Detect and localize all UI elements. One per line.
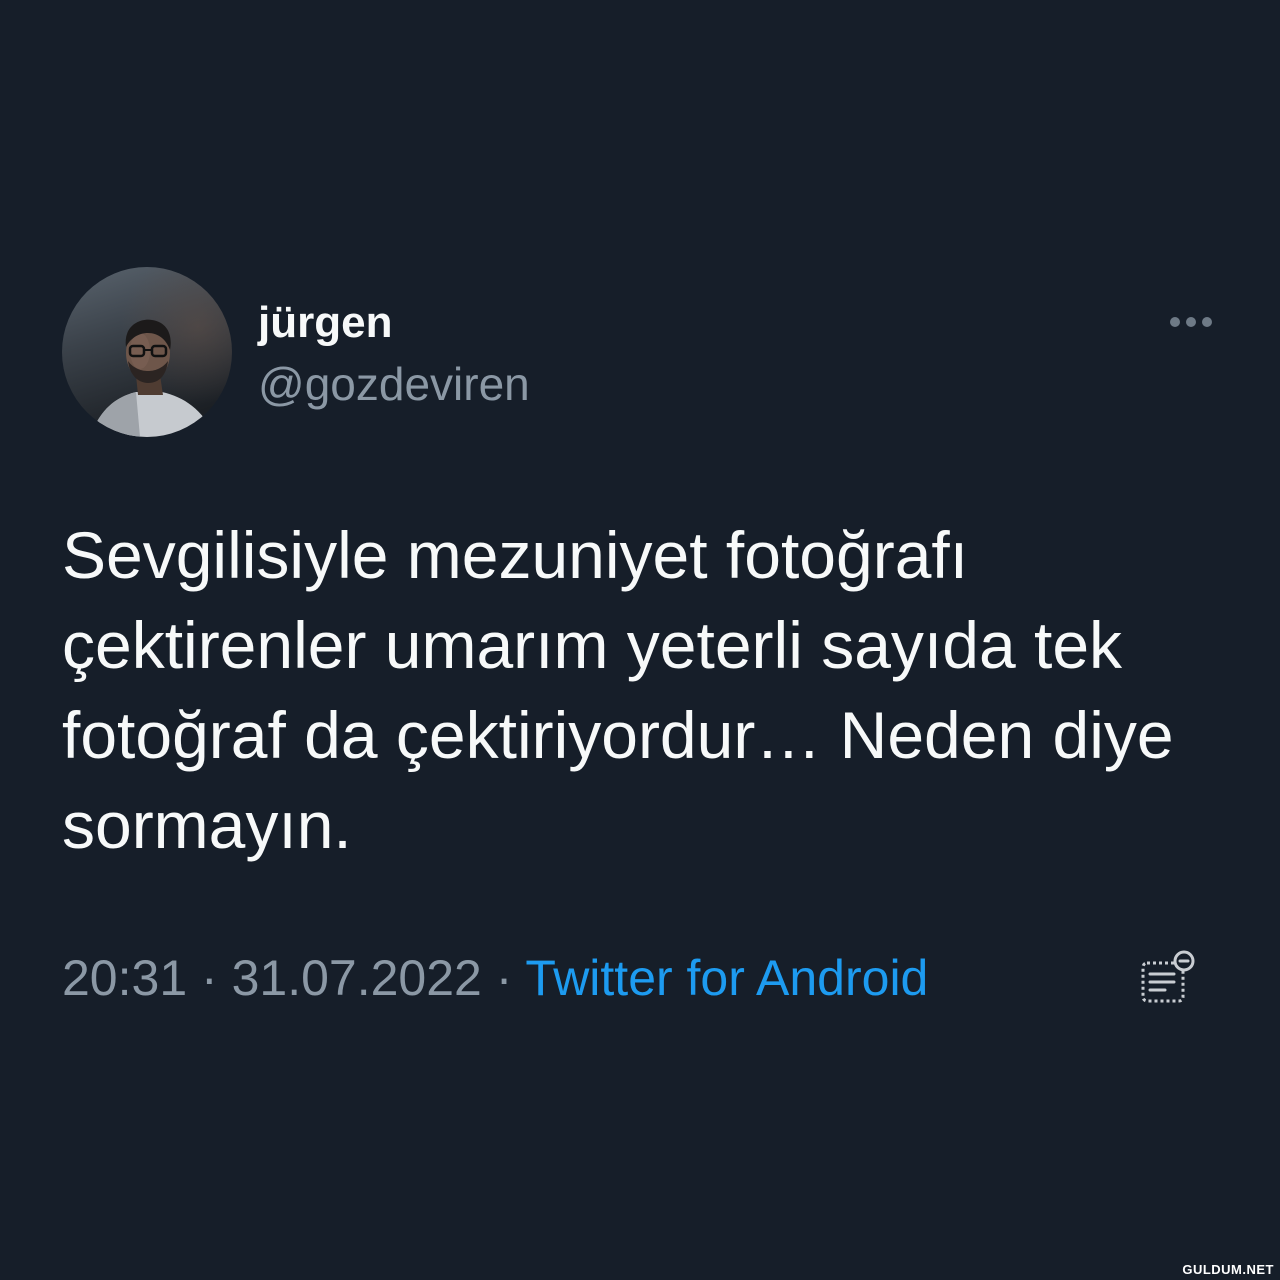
tweet-text: Sevgilisiyle mezuniyet fotoğrafı çektire… bbox=[62, 518, 1174, 862]
author-handle[interactable]: @gozdeviren bbox=[258, 361, 530, 407]
tweet-time[interactable]: 20:31 bbox=[62, 950, 187, 1006]
avatar[interactable] bbox=[62, 267, 232, 437]
more-horizontal-icon[interactable] bbox=[1166, 310, 1216, 334]
watermark: GULDUM.NET bbox=[1182, 1262, 1274, 1277]
tweet-source-link[interactable]: Twitter for Android bbox=[525, 950, 928, 1006]
author-name[interactable]: jürgen bbox=[258, 301, 392, 345]
view-tweet-analytics-icon[interactable] bbox=[1138, 948, 1198, 1006]
tweet-date[interactable]: 31.07.2022 bbox=[232, 950, 482, 1006]
tweet-card: jürgen @gozdeviren Sevgilisiyle mezuniye… bbox=[0, 0, 1280, 1280]
meta-separator: · bbox=[201, 950, 218, 1006]
avatar-photo bbox=[62, 267, 232, 437]
tweet-meta: 20:31 · 31.07.2022 · Twitter for Android bbox=[62, 953, 928, 1003]
meta-separator: · bbox=[495, 950, 513, 1006]
